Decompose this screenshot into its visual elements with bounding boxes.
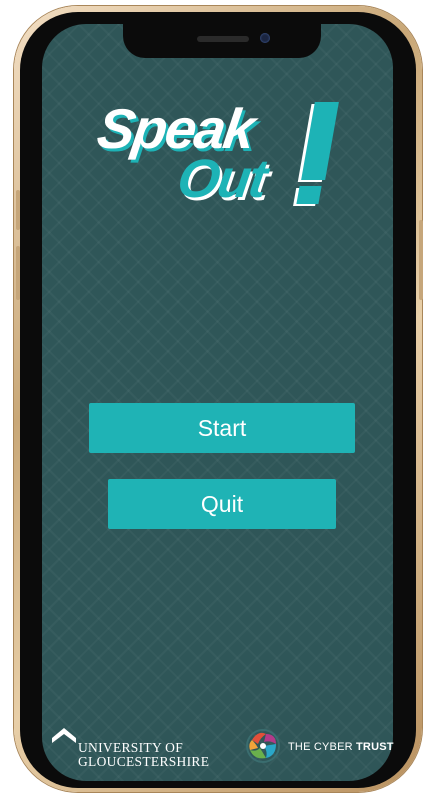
cyber-trust-label: THE CYBER TRUST (288, 741, 394, 753)
logo-exclamation-bar (301, 102, 339, 180)
quit-button[interactable]: Quit (108, 479, 336, 529)
logo-exclamation-dot (296, 186, 322, 204)
university-chevron-icon (52, 726, 76, 749)
cyber-trust-label-bold: TRUST (356, 741, 394, 753)
start-button[interactable]: Start (89, 403, 355, 453)
cyber-trust-emblem-icon (244, 726, 282, 771)
logo-text-out: Out (173, 149, 270, 209)
cyber-trust-label-light: THE CYBER (288, 741, 357, 753)
speak-out-logo: Speak Out (0, 0, 434, 795)
university-name-line2: GLOUCESTERSHIRE (78, 754, 210, 769)
